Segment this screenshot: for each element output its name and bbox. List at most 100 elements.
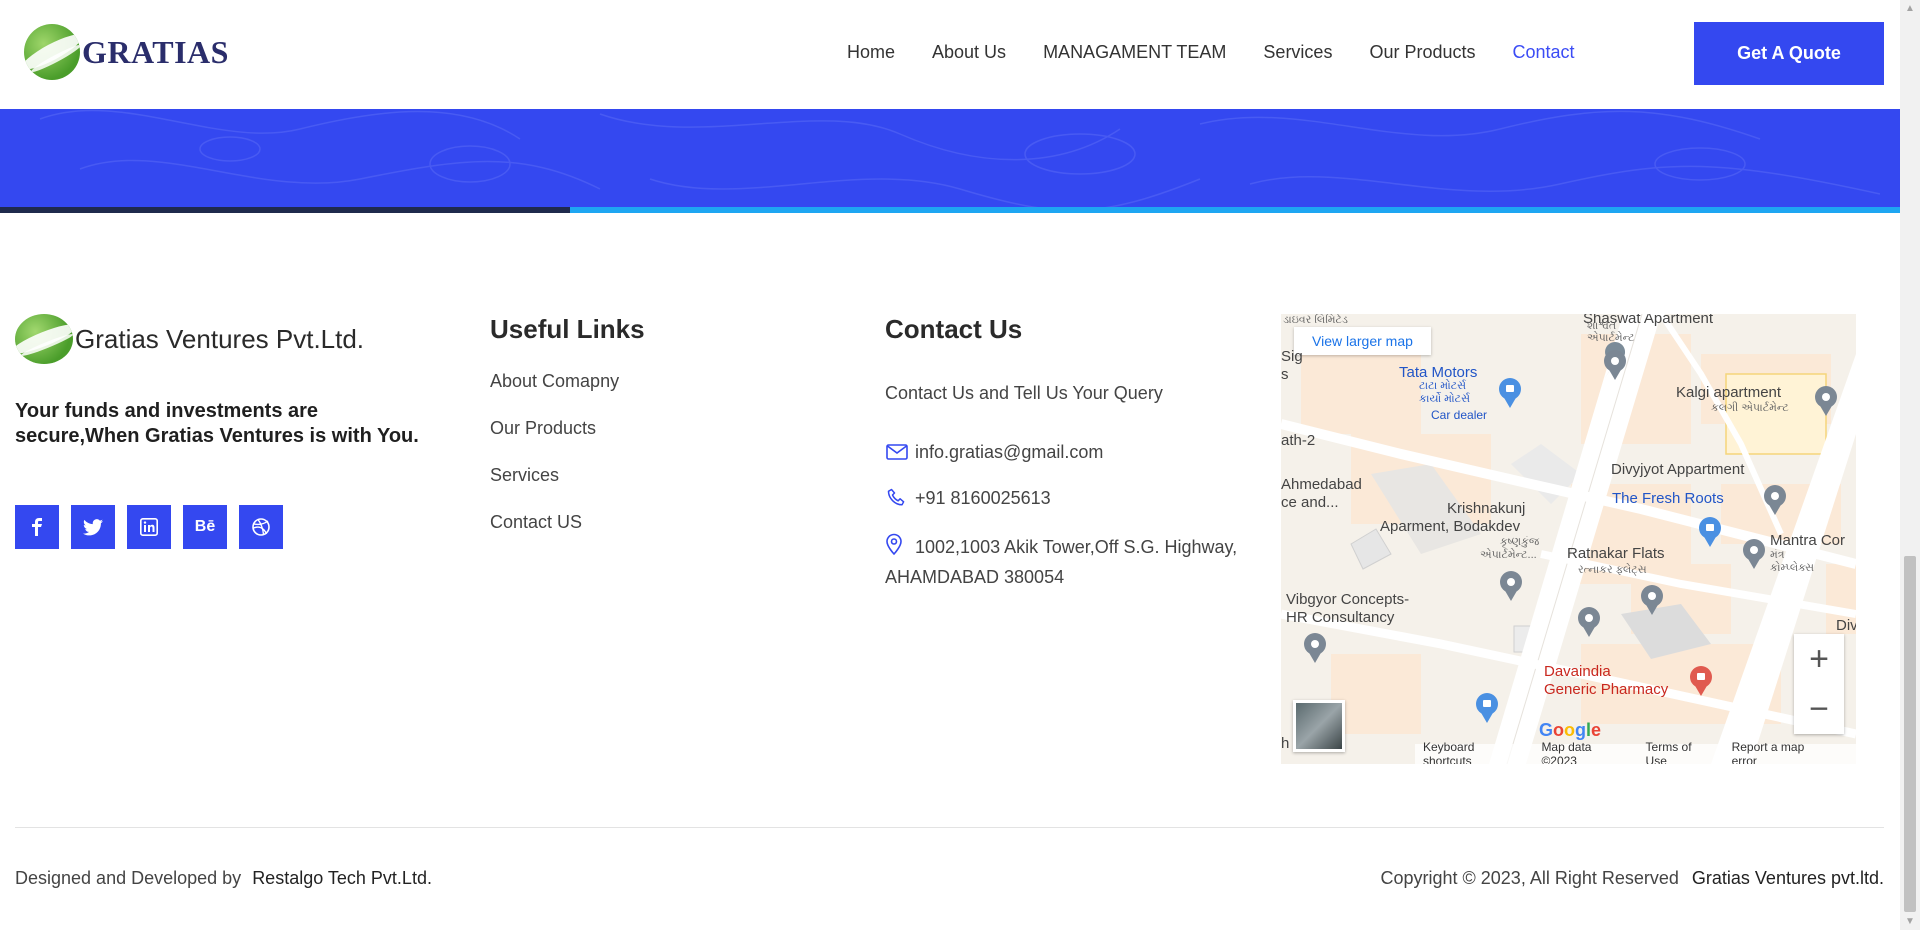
map-data: Map data ©2023 bbox=[1541, 740, 1592, 764]
mail-icon bbox=[885, 440, 909, 464]
contact-intro: Contact Us and Tell Us Your Query bbox=[885, 383, 1163, 403]
brand-leaf-icon bbox=[15, 314, 73, 364]
get-a-quote-button[interactable]: Get A Quote bbox=[1694, 22, 1884, 85]
map-label-fresh-roots[interactable]: The Fresh Roots bbox=[1612, 490, 1724, 507]
map-label-kalgi-gu: કલગી એપાર્ટમેન્ટ bbox=[1711, 402, 1789, 414]
nav-services[interactable]: Services bbox=[1263, 42, 1332, 63]
link-services[interactable]: Services bbox=[490, 465, 820, 486]
map-label-tata-motors-gu2: કાર્યો મોટર્સ bbox=[1419, 393, 1470, 405]
zoom-out-button[interactable]: − bbox=[1794, 684, 1844, 734]
map-label-h: h bbox=[1281, 735, 1290, 752]
topography-pattern bbox=[39, 109, 1881, 208]
map-label-tata-motors[interactable]: Tata Motors bbox=[1399, 364, 1477, 381]
scroll-thumb[interactable] bbox=[1904, 556, 1916, 912]
designed-by-company-link[interactable]: Restalgo Tech Pvt.Ltd. bbox=[252, 868, 432, 888]
behance-glyph: Bē bbox=[194, 518, 216, 535]
logo-leaf-icon bbox=[24, 24, 80, 80]
map-label-krishnakunj2: Aparment, Bodakdev bbox=[1380, 518, 1521, 535]
contact-title: Contact Us bbox=[885, 314, 1023, 344]
map-attribution-bar: Keyboard shortcuts Map data ©2023 Terms … bbox=[1415, 740, 1856, 764]
map-label-vibgyor: Vibgyor Concepts- bbox=[1286, 591, 1410, 608]
zoom-in-button[interactable]: + bbox=[1794, 634, 1844, 684]
map-label-ratnakar-gu: રત્નાકર ફ્લેટ્સ bbox=[1578, 564, 1647, 576]
facebook-icon[interactable] bbox=[15, 505, 59, 549]
map-keyboard-shortcuts[interactable]: Keyboard shortcuts bbox=[1423, 740, 1525, 764]
map-label-shaswat-gu2: એપાર્ટમેન્ટ bbox=[1587, 332, 1635, 344]
map-label-top-left: ડાઇવર લિમિટેડ bbox=[1283, 314, 1348, 326]
link-about-company[interactable]: About Comapny bbox=[490, 371, 820, 392]
linkedin-icon[interactable] bbox=[127, 505, 171, 549]
accent-divider-light bbox=[570, 207, 1900, 213]
map-label-ahmedabad2: ce and... bbox=[1281, 494, 1339, 511]
map-label-davaindia2: Generic Pharmacy bbox=[1544, 681, 1669, 698]
address-text: 1002,1003 Akik Tower,Off S.G. Highway, A… bbox=[885, 537, 1238, 587]
map-label-ahmedabad: Ahmedabad bbox=[1281, 476, 1362, 493]
designed-by-prefix: Designed and Developed by bbox=[15, 868, 242, 888]
useful-links-column: Useful Links About Comapny Our Products … bbox=[490, 314, 820, 533]
hero-band bbox=[0, 109, 1900, 208]
nav-management-team[interactable]: MANAGAMENT TEAM bbox=[1043, 42, 1226, 63]
nav-home[interactable]: Home bbox=[847, 42, 895, 63]
link-our-products[interactable]: Our Products bbox=[490, 418, 820, 439]
map-label-vibgyor2: HR Consultancy bbox=[1286, 609, 1395, 626]
scroll-down-arrow-icon[interactable]: ▼ bbox=[1900, 913, 1920, 930]
location-pin-icon bbox=[885, 533, 905, 556]
map-label-krishnakunj: Krishnakunj bbox=[1447, 500, 1526, 517]
copyright-prefix: Copyright © 2023, All Right Reserved bbox=[1380, 868, 1679, 888]
nav-about-us[interactable]: About Us bbox=[932, 42, 1006, 63]
site-header: GRATIAS Home About Us MANAGAMENT TEAM Se… bbox=[0, 0, 1900, 109]
map-label-divyjyot: Divyjyot Appartment bbox=[1611, 461, 1745, 478]
map-label-krishnakunj-gu: કૃષ્ણકુંજ bbox=[1500, 536, 1540, 548]
map-label-kalgi: Kalgi apartment bbox=[1676, 384, 1782, 401]
map-label-sig: Sig bbox=[1281, 348, 1303, 365]
site-logo[interactable]: GRATIAS bbox=[24, 24, 229, 80]
contact-address: 1002,1003 Akik Tower,Off S.G. Highway, A… bbox=[885, 532, 1275, 592]
map-label-davaindia[interactable]: Davaindia bbox=[1544, 663, 1611, 680]
behance-icon[interactable]: Bē bbox=[183, 505, 227, 549]
map-label-tata-motors-gu: ટાટા મોટર્સ bbox=[1419, 380, 1467, 392]
dribbble-icon[interactable] bbox=[239, 505, 283, 549]
contact-email[interactable]: info.gratias@gmail.com bbox=[885, 440, 1275, 464]
map-label-car-dealer: Car dealer bbox=[1431, 408, 1488, 422]
copyright: Copyright © 2023, All Right Reserved Gra… bbox=[1380, 868, 1884, 889]
map-label-path2: ath-2 bbox=[1281, 432, 1316, 449]
map-label-mantra: Mantra Cor bbox=[1770, 532, 1846, 549]
link-contact-us[interactable]: Contact US bbox=[490, 512, 820, 533]
useful-links-title: Useful Links bbox=[490, 314, 645, 344]
google-logo: Google bbox=[1539, 720, 1602, 740]
nav-our-products[interactable]: Our Products bbox=[1369, 42, 1475, 63]
social-links: Bē bbox=[15, 505, 435, 549]
twitter-icon[interactable] bbox=[71, 505, 115, 549]
map-label-mantra-gu2: કોમ્પ્લેક્સ bbox=[1770, 562, 1814, 574]
map-label-div: Div bbox=[1836, 617, 1856, 634]
map-zoom-controls: + − bbox=[1794, 634, 1844, 734]
phone-text[interactable]: +91 8160025613 bbox=[915, 488, 1051, 509]
contact-column: Contact Us Contact Us and Tell Us Your Q… bbox=[885, 314, 1275, 592]
copyright-company-link[interactable]: Gratias Ventures pvt.ltd. bbox=[1692, 868, 1884, 888]
map-label-s: s bbox=[1281, 366, 1289, 383]
email-text[interactable]: info.gratias@gmail.com bbox=[915, 442, 1103, 463]
map-canvas[interactable]: View larger map ડાઇવર લિમિટેડ Sig s Shas… bbox=[1281, 314, 1856, 764]
accent-divider bbox=[0, 207, 1900, 213]
brand-tagline: Your funds and investments are secure,Wh… bbox=[15, 400, 419, 447]
phone-icon bbox=[885, 486, 909, 510]
footer-brand-column: Gratias Ventures Pvt.Ltd. Your funds and… bbox=[15, 314, 435, 549]
main-nav: Home About Us MANAGAMENT TEAM Services O… bbox=[847, 42, 1612, 63]
brand-name: Gratias Ventures Pvt.Ltd. bbox=[75, 323, 365, 354]
contact-phone[interactable]: +91 8160025613 bbox=[885, 486, 1275, 510]
footer-divider bbox=[15, 827, 1884, 828]
map-label-krishnakunj-gu2: એપાર્ટમેન્ટ... bbox=[1480, 549, 1537, 561]
map-satellite-toggle[interactable] bbox=[1293, 700, 1345, 752]
accent-divider-dark bbox=[0, 207, 570, 213]
page-scrollbar[interactable]: ▲ ▼ bbox=[1900, 0, 1920, 930]
map-label-ratnakar: Ratnakar Flats bbox=[1567, 545, 1665, 562]
map-embed[interactable]: View larger map ડાઇવર લિમિટેડ Sig s Shas… bbox=[1281, 314, 1856, 764]
map-label-mantra-gu: મંત્ર bbox=[1770, 549, 1785, 561]
view-larger-map-link[interactable]: View larger map bbox=[1294, 327, 1431, 355]
map-terms[interactable]: Terms of Use bbox=[1646, 740, 1716, 764]
map-report-error[interactable]: Report a map error bbox=[1732, 740, 1832, 764]
footer-brand: Gratias Ventures Pvt.Ltd. bbox=[15, 314, 435, 364]
logo-text: GRATIAS bbox=[82, 33, 229, 70]
scroll-up-arrow-icon[interactable]: ▲ bbox=[1900, 0, 1920, 17]
nav-contact[interactable]: Contact bbox=[1513, 42, 1575, 63]
